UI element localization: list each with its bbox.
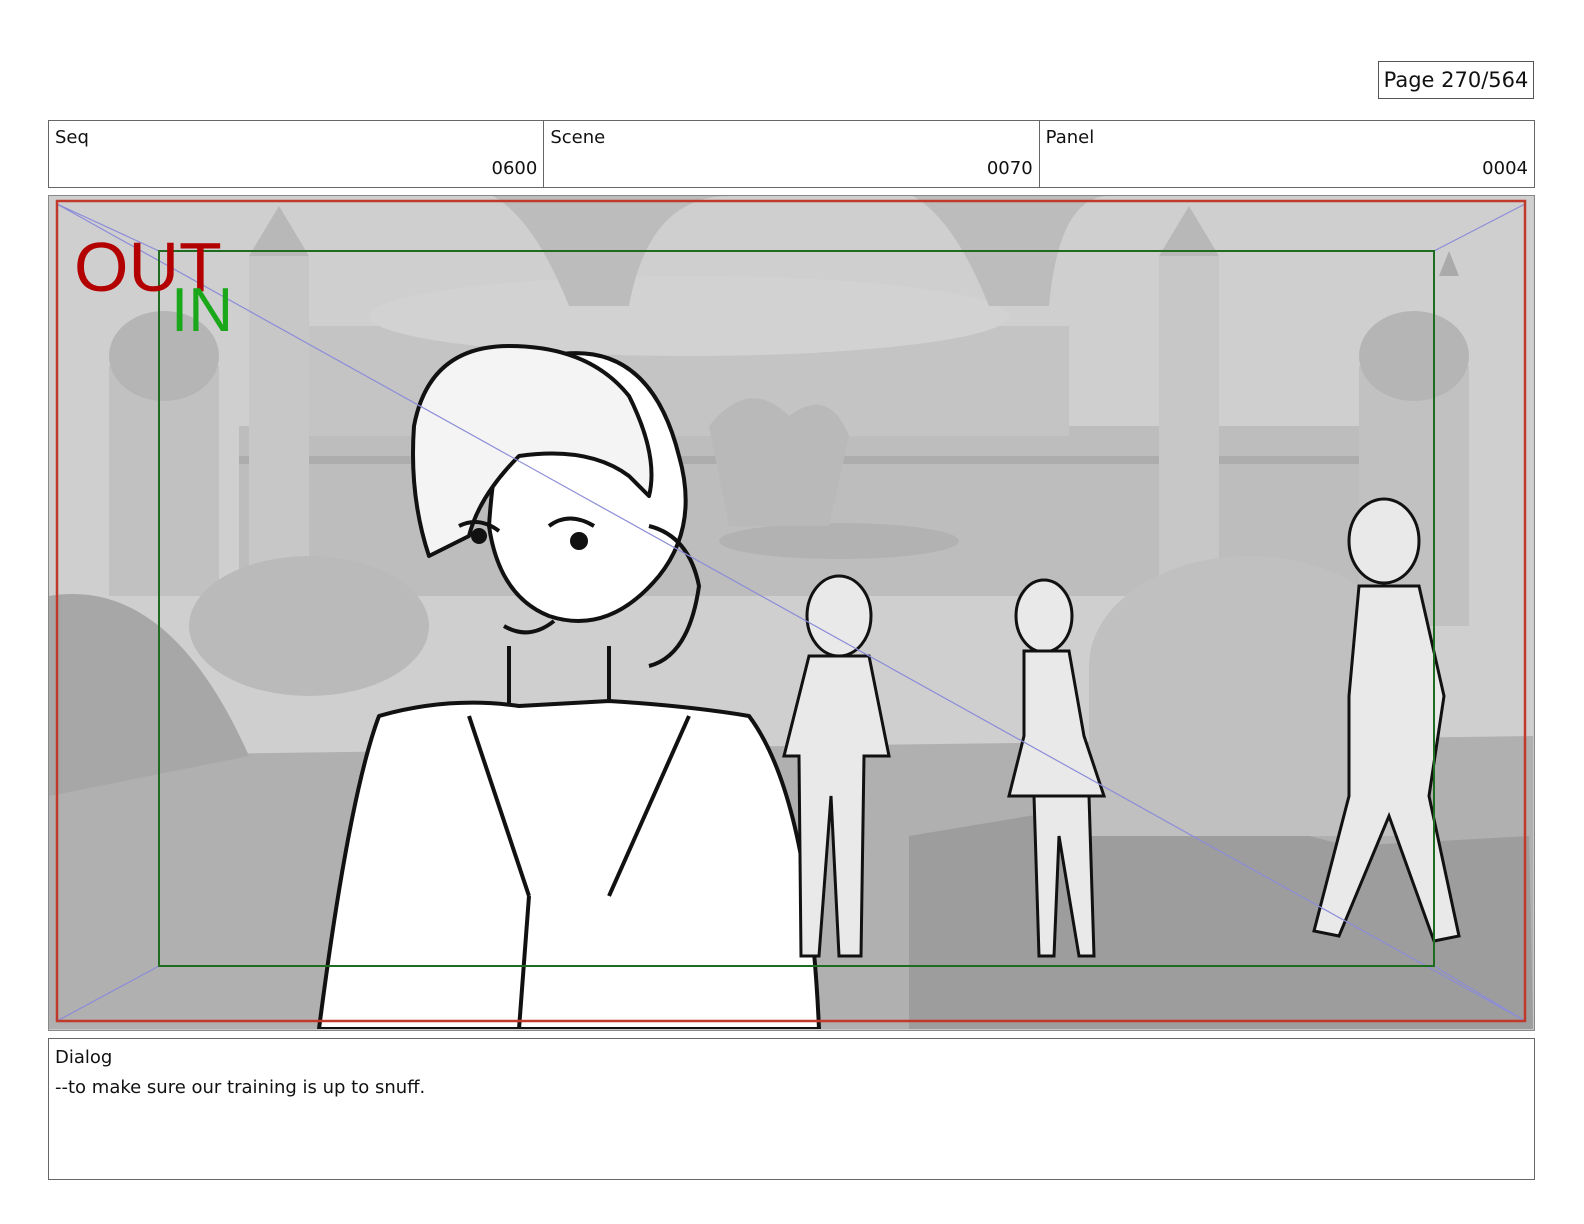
tower-right (1159, 256, 1219, 576)
storyboard-drawing: OUT IN (49, 196, 1533, 1029)
statue-base (719, 523, 959, 559)
in-marker: IN (171, 276, 233, 345)
turret-right-dome (1359, 311, 1469, 401)
storyboard-frame: OUT IN (48, 195, 1535, 1031)
dialog-label: Dialog (55, 1047, 113, 1068)
dialog-text: --to make sure our training is up to snu… (55, 1077, 426, 1098)
dome-left (189, 556, 429, 696)
seq-value: 0600 (491, 158, 538, 179)
seq-label: Seq (55, 127, 89, 148)
palace-dome-base (369, 276, 1009, 356)
unicorn-statue (709, 398, 849, 526)
dialog-box: Dialog --to make sure our training is up… (48, 1038, 1535, 1180)
seq-cell: Seq 0600 (49, 121, 545, 187)
panel-cell: Panel 0004 (1040, 121, 1534, 187)
scene-cell: Scene 0070 (544, 121, 1040, 187)
panel-info-row: Seq 0600 Scene 0070 Panel 0004 (48, 120, 1535, 188)
scene-label: Scene (550, 127, 606, 148)
page-number-label: Page 270/564 (1383, 68, 1529, 92)
scene-value: 0070 (986, 158, 1033, 179)
page-number: Page 270/564 (1378, 61, 1534, 99)
tower-left (249, 256, 309, 596)
panel-value: 0004 (1482, 158, 1528, 179)
panel-label: Panel (1045, 127, 1095, 148)
